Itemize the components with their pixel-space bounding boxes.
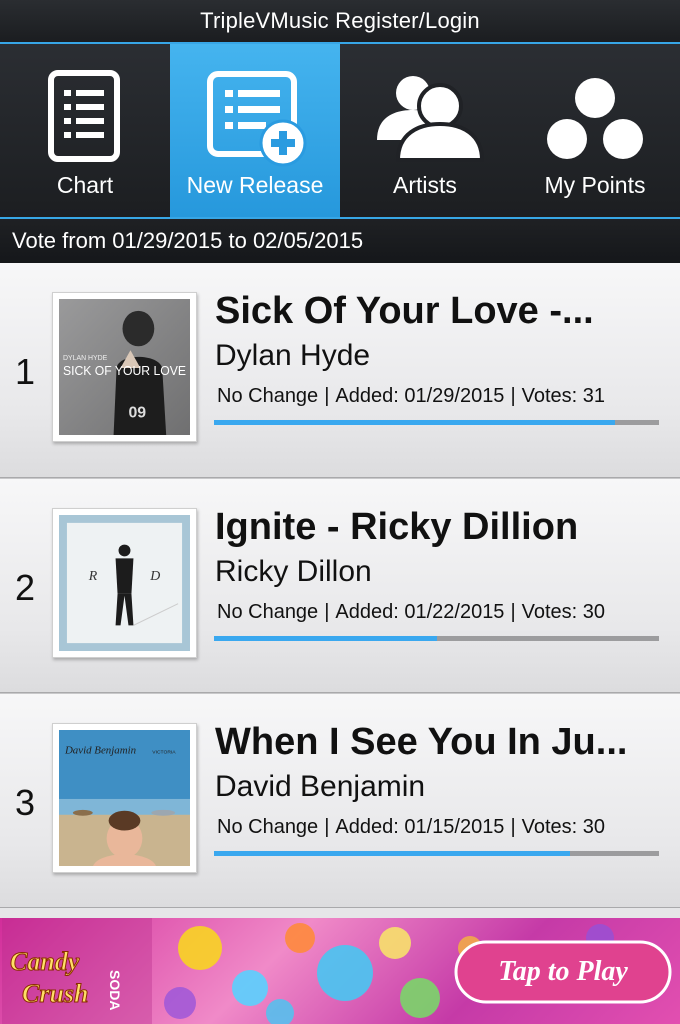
svg-text:Crush: Crush <box>22 979 89 1008</box>
vote-count: Votes: 31 <box>521 385 606 407</box>
vote-period-text: Vote from 01/29/2015 to 02/05/2015 <box>12 228 364 253</box>
song-artist: Ricky Dillon <box>215 555 372 588</box>
song-meta: No Change | Added: 01/22/2015 | Votes: 30 <box>217 601 606 623</box>
add-list-icon <box>207 71 307 167</box>
tab-label: Chart <box>56 172 114 198</box>
tab-label: Artists <box>393 172 457 198</box>
svg-text:SICK OF YOUR LOVE: SICK OF YOUR LOVE <box>63 363 186 378</box>
added-date: Added: 01/22/2015 <box>335 601 505 623</box>
album-cover: David Benjamin VICTORIA <box>52 723 197 873</box>
added-date: Added: 01/29/2015 <box>335 385 505 407</box>
song-title: When I See You In Ju... <box>215 721 628 763</box>
song-artist: Dylan Hyde <box>215 339 371 372</box>
ad-artwork: Candy Crush SODA Tap to Play <box>2 918 672 1024</box>
ad-banner[interactable]: Candy Crush SODA Tap to Play <box>0 918 680 1024</box>
svg-text:SODA: SODA <box>107 970 123 1010</box>
ad-cta[interactable]: Tap to Play <box>498 956 628 987</box>
added-date: Added: 01/15/2015 <box>335 816 505 838</box>
tab-new-release[interactable]: New Release <box>170 44 340 217</box>
svg-text:D: D <box>149 568 160 583</box>
song-row[interactable]: 2 R D Ignite - Ricky Dillion Ricky Dillo… <box>0 478 680 693</box>
svg-text:VICTORIA: VICTORIA <box>152 750 176 756</box>
song-rank: 3 <box>14 782 36 823</box>
change-status: No Change <box>217 385 319 407</box>
tab-bar: Chart New Release Artists My Points <box>0 42 680 219</box>
album-cover: R D <box>52 508 197 658</box>
song-title: Sick Of Your Love -... <box>215 290 594 332</box>
song-row[interactable]: 1 09 DYLAN HYDE SICK OF YOUR LOVE Sick O… <box>0 263 680 478</box>
song-rank: 1 <box>14 351 36 392</box>
people-icon <box>377 76 485 162</box>
change-status: No Change <box>217 601 319 623</box>
svg-text:R: R <box>88 568 98 583</box>
header-title: TripleVMusic Register/Login <box>200 8 480 33</box>
vote-period-bar: Vote from 01/29/2015 to 02/05/2015 <box>0 219 680 263</box>
vote-progress-fill <box>214 851 570 856</box>
vote-count: Votes: 30 <box>521 601 606 623</box>
song-meta: No Change | Added: 01/29/2015 | Votes: 31 <box>217 385 606 407</box>
svg-text:Candy: Candy <box>10 947 80 976</box>
svg-text:09: 09 <box>128 404 146 421</box>
tab-chart[interactable]: Chart <box>0 44 170 217</box>
song-title: Ignite - Ricky Dillion <box>215 506 579 548</box>
song-list: 1 09 DYLAN HYDE SICK OF YOUR LOVE Sick O… <box>0 263 680 908</box>
song-artist: David Benjamin <box>215 770 426 803</box>
list-icon <box>48 70 120 162</box>
svg-text:David Benjamin: David Benjamin <box>64 745 136 757</box>
vote-count: Votes: 30 <box>521 816 606 838</box>
song-rank: 2 <box>14 567 36 608</box>
tab-artists[interactable]: Artists <box>340 44 510 217</box>
tab-label: New Release <box>186 172 324 198</box>
vote-progress-fill <box>214 420 615 425</box>
tab-label: My Points <box>544 172 646 198</box>
svg-text:DYLAN HYDE: DYLAN HYDE <box>63 355 108 362</box>
vote-progress-bar <box>214 636 659 641</box>
tab-my-points[interactable]: My Points <box>510 44 680 217</box>
album-cover: 09 DYLAN HYDE SICK OF YOUR LOVE <box>52 292 197 442</box>
vote-progress-bar <box>214 851 659 856</box>
register-login-link[interactable]: TripleVMusic Register/Login <box>0 0 680 42</box>
change-status: No Change <box>217 816 319 838</box>
vote-progress-bar <box>214 420 659 425</box>
song-meta: No Change | Added: 01/15/2015 | Votes: 30 <box>217 816 606 838</box>
vote-progress-fill <box>214 636 437 641</box>
song-row[interactable]: 3 David Benjamin VICTORIA When I See You… <box>0 693 680 908</box>
points-icon <box>547 78 643 159</box>
